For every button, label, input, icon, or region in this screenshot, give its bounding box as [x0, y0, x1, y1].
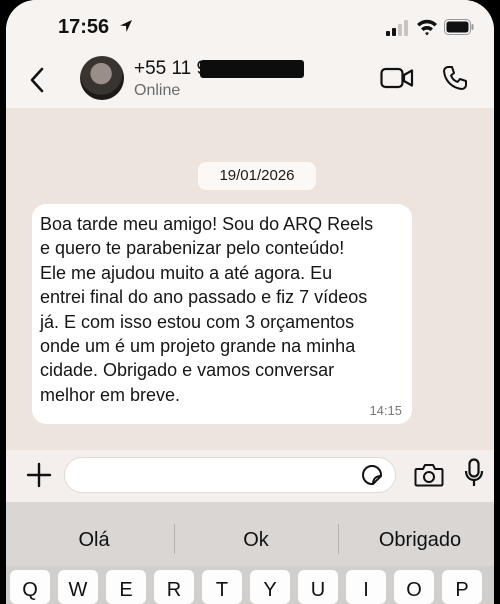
keyboard-row: Q W E R T Y U I O P — [6, 566, 494, 604]
message-text: Boa tarde meu amigo! Sou do ARQ Reels e … — [40, 214, 374, 405]
status-bar: 17:56 — [6, 0, 494, 52]
suggestion-obrigado[interactable]: Obrigado — [340, 502, 494, 566]
redacted-number — [200, 60, 304, 78]
video-call-icon[interactable] — [380, 66, 414, 90]
suggestion-divider — [174, 524, 175, 554]
sticker-icon[interactable] — [361, 464, 383, 486]
key-y[interactable]: Y — [250, 570, 290, 604]
mic-icon[interactable] — [464, 458, 484, 488]
keyboard-suggestions: Olá Ok Obrigado — [6, 502, 494, 566]
message-input[interactable] — [64, 457, 396, 493]
phone-call-icon[interactable] — [442, 65, 468, 91]
wifi-icon — [417, 19, 437, 36]
composer-bar — [6, 450, 494, 502]
key-t[interactable]: T — [202, 570, 242, 604]
battery-icon — [444, 19, 474, 35]
contact-status: Online — [134, 82, 181, 99]
key-u[interactable]: U — [298, 570, 338, 604]
back-icon[interactable] — [28, 66, 46, 94]
camera-icon[interactable] — [414, 462, 444, 488]
phone-screen: 17:56 +55 11 99 Online 19/01/2026 Boa ta… — [6, 0, 494, 604]
suggestion-divider — [338, 524, 339, 554]
key-q[interactable]: Q — [10, 570, 50, 604]
key-o[interactable]: O — [394, 570, 434, 604]
key-w[interactable]: W — [58, 570, 98, 604]
message-bubble[interactable]: Boa tarde meu amigo! Sou do ARQ Reels e … — [32, 204, 412, 424]
key-i[interactable]: I — [346, 570, 386, 604]
date-separator: 19/01/2026 — [198, 162, 316, 190]
location-arrow-icon — [120, 20, 132, 32]
key-p[interactable]: P — [442, 570, 482, 604]
plus-icon[interactable] — [26, 462, 52, 488]
status-time: 17:56 — [58, 16, 110, 38]
signal-icon — [386, 20, 408, 36]
avatar[interactable] — [80, 56, 124, 100]
key-e[interactable]: E — [106, 570, 146, 604]
suggestion-ola[interactable]: Olá — [14, 502, 174, 566]
chat-area: 19/01/2026 Boa tarde meu amigo! Sou do A… — [6, 108, 494, 450]
chat-header: +55 11 99 Online — [6, 52, 494, 109]
message-time: 14:15 — [369, 403, 402, 418]
key-r[interactable]: R — [154, 570, 194, 604]
suggestion-ok[interactable]: Ok — [176, 502, 336, 566]
